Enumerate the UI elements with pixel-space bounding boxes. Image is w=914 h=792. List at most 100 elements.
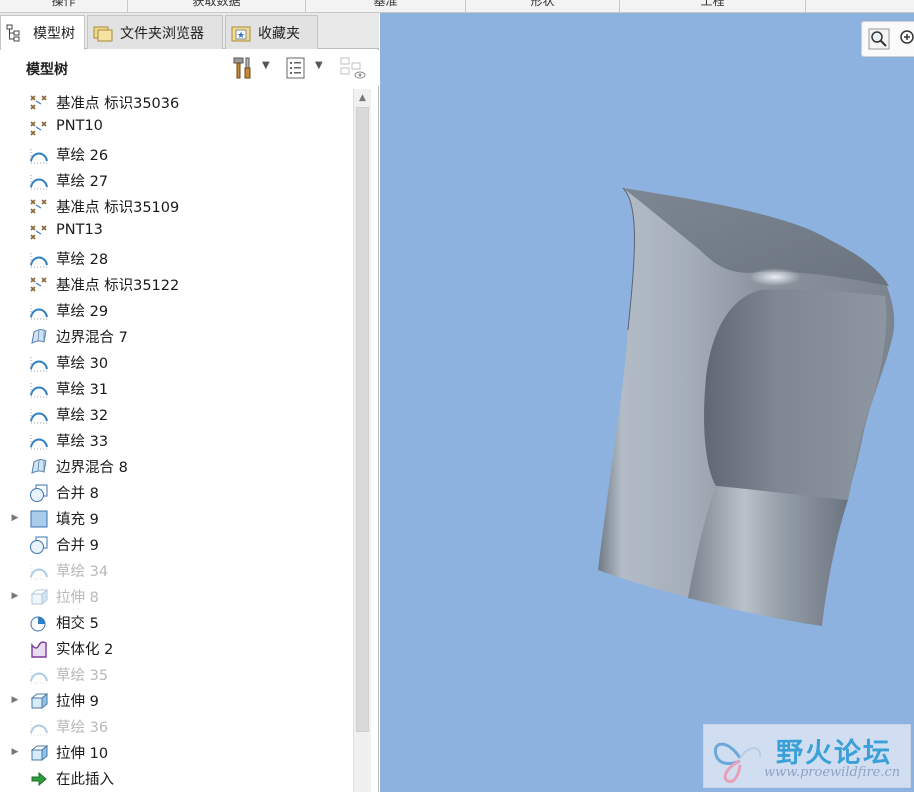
tree-item[interactable]: 草绘 30 [0, 349, 353, 375]
tree-item-label: 拉伸 8 [56, 590, 99, 606]
tree-item[interactable]: PNT13 [0, 219, 353, 245]
tree-item[interactable]: 基准点 标识35109 [0, 193, 353, 219]
sketch-icon [29, 717, 49, 737]
datum-point-icon [29, 223, 49, 243]
tree-item[interactable]: 基准点 标识35122 [0, 271, 353, 297]
tab-favorites-label: 收藏夹 [258, 25, 300, 42]
tree-scrollbar[interactable]: ▲ [353, 89, 371, 792]
ribbon-tab-get-data[interactable]: 获取数据 [128, 0, 306, 12]
tree-item-label: 拉伸 10 [56, 746, 109, 762]
tree-item-label: PNT10 [56, 118, 103, 134]
tree-item[interactable]: 实体化 2 [0, 635, 353, 661]
tree-item[interactable]: ▶ 拉伸 9 [0, 687, 353, 713]
sketch-icon [29, 171, 49, 191]
insert-here-arrow-icon [29, 769, 49, 789]
tree-item[interactable]: ▶ 拉伸 8 [0, 583, 353, 609]
tree-item-label: 基准点 标识35036 [56, 96, 180, 112]
tab-folder-browser-label: 文件夹浏览器 [120, 25, 204, 42]
ribbon-tab-datum[interactable]: 基准 [306, 0, 466, 12]
tree-item[interactable]: 草绘 31 [0, 375, 353, 401]
tree-item[interactable]: 草绘 36 [0, 713, 353, 739]
tools-icon[interactable] [231, 55, 255, 81]
scroll-thumb[interactable] [356, 107, 369, 732]
tree-item[interactable]: ▶ 填充 9 [0, 505, 353, 531]
tree-item[interactable]: 草绘 35 [0, 661, 353, 687]
boundary-blend-icon [29, 327, 49, 347]
expand-arrow-icon[interactable]: ▶ [9, 583, 21, 609]
tree-item-label: 基准点 标识35122 [56, 278, 180, 294]
sketch-icon [29, 145, 49, 165]
expand-arrow-icon[interactable]: ▶ [9, 505, 21, 531]
tree-filter-icon[interactable] [339, 56, 367, 80]
tree-item-label: 草绘 27 [56, 174, 109, 190]
sketch-icon [29, 665, 49, 685]
tree-item-label: 草绘 30 [56, 356, 109, 372]
model-tree-header: 模型树 ▼ ▼ [0, 50, 379, 86]
tree-item[interactable]: 草绘 34 [0, 557, 353, 583]
merge-icon [29, 483, 49, 503]
tree-item[interactable]: 草绘 32 [0, 401, 353, 427]
tree-item[interactable]: 草绘 28 [0, 245, 353, 271]
datum-point-icon [29, 197, 49, 217]
tree-item[interactable]: 边界混合 7 [0, 323, 353, 349]
sketch-icon [29, 405, 49, 425]
merge-icon [29, 535, 49, 555]
ribbon-tab-shapes[interactable]: 形状 [466, 0, 620, 12]
tree-item[interactable]: 草绘 26 [0, 141, 353, 167]
tab-favorites[interactable]: 收藏夹 [225, 15, 318, 49]
tree-item[interactable]: 在此插入 [0, 765, 353, 791]
tree-item[interactable]: 草绘 33 [0, 427, 353, 453]
expand-arrow-icon[interactable]: ▶ [9, 687, 21, 713]
tree-item-label: 草绘 32 [56, 408, 109, 424]
ribbon-tab-engineering[interactable]: 工程 [620, 0, 806, 12]
zoom-in-icon[interactable] [898, 28, 914, 50]
tree-item-label: 草绘 31 [56, 382, 109, 398]
tree-item-label: 合并 8 [56, 486, 99, 502]
tree-item[interactable]: 草绘 27 [0, 167, 353, 193]
datum-point-icon [29, 119, 49, 139]
boundary-blend-icon [29, 457, 49, 477]
tree-item[interactable]: 合并 9 [0, 531, 353, 557]
tree-item[interactable]: ▶ 拉伸 10 [0, 739, 353, 765]
tree-item[interactable]: 边界混合 8 [0, 453, 353, 479]
tree-item-label: 拉伸 9 [56, 694, 99, 710]
navigator-tabs: 模型树 文件夹浏览器 收藏夹 [0, 13, 379, 50]
scroll-up-arrow-icon[interactable]: ▲ [354, 89, 371, 107]
expand-arrow-icon[interactable]: ▶ [9, 739, 21, 765]
tree-item-label: 在此插入 [56, 772, 114, 788]
datum-point-icon [29, 275, 49, 295]
intersect-icon [29, 613, 49, 633]
zoom-icon[interactable] [868, 28, 890, 50]
tree-item-label: 基准点 标识35109 [56, 200, 180, 216]
list-settings-icon[interactable] [285, 56, 307, 80]
tree-item[interactable]: 合并 8 [0, 479, 353, 505]
tree-item-label: 草绘 35 [56, 668, 109, 684]
tree-item-label: 实体化 2 [56, 642, 114, 658]
tab-model-tree[interactable]: 模型树 [0, 15, 85, 50]
extrude-icon [29, 691, 49, 711]
list-settings-dropdown-chevron-icon[interactable]: ▼ [315, 60, 323, 71]
tree-item-label: 边界混合 7 [56, 330, 128, 346]
model-tree-icon [5, 23, 27, 43]
navigator-panel: 模型树 文件夹浏览器 收藏夹 模型树 ▼ ▼ 基准点 标识35036 PNT10… [0, 13, 379, 792]
tree-item-label: 草绘 28 [56, 252, 109, 268]
sketch-icon [29, 301, 49, 321]
extrude-icon [29, 587, 49, 607]
folder-browser-icon [92, 23, 114, 43]
tree-item-label: 填充 9 [56, 512, 99, 528]
tree-item-label: 草绘 26 [56, 148, 109, 164]
tab-folder-browser[interactable]: 文件夹浏览器 [87, 15, 223, 49]
graphics-viewport[interactable] [380, 13, 914, 792]
ribbon-tab-operations[interactable]: 操作 [0, 0, 128, 12]
tools-dropdown-chevron-icon[interactable]: ▼ [262, 60, 270, 71]
tree-item[interactable]: PNT10 [0, 115, 353, 141]
tree-item-label: 相交 5 [56, 616, 99, 632]
tree-item[interactable]: 相交 5 [0, 609, 353, 635]
sketch-icon [29, 561, 49, 581]
sketch-icon [29, 249, 49, 269]
tree-item[interactable]: 草绘 29 [0, 297, 353, 323]
ribbon-tabs: 操作 获取数据 基准 形状 工程 [0, 0, 914, 13]
model-tree: 基准点 标识35036 PNT10 草绘 26 草绘 27 基准点 标识35109 PNT… [0, 89, 353, 792]
tree-item[interactable]: 基准点 标识35036 [0, 89, 353, 115]
sketch-icon [29, 353, 49, 373]
